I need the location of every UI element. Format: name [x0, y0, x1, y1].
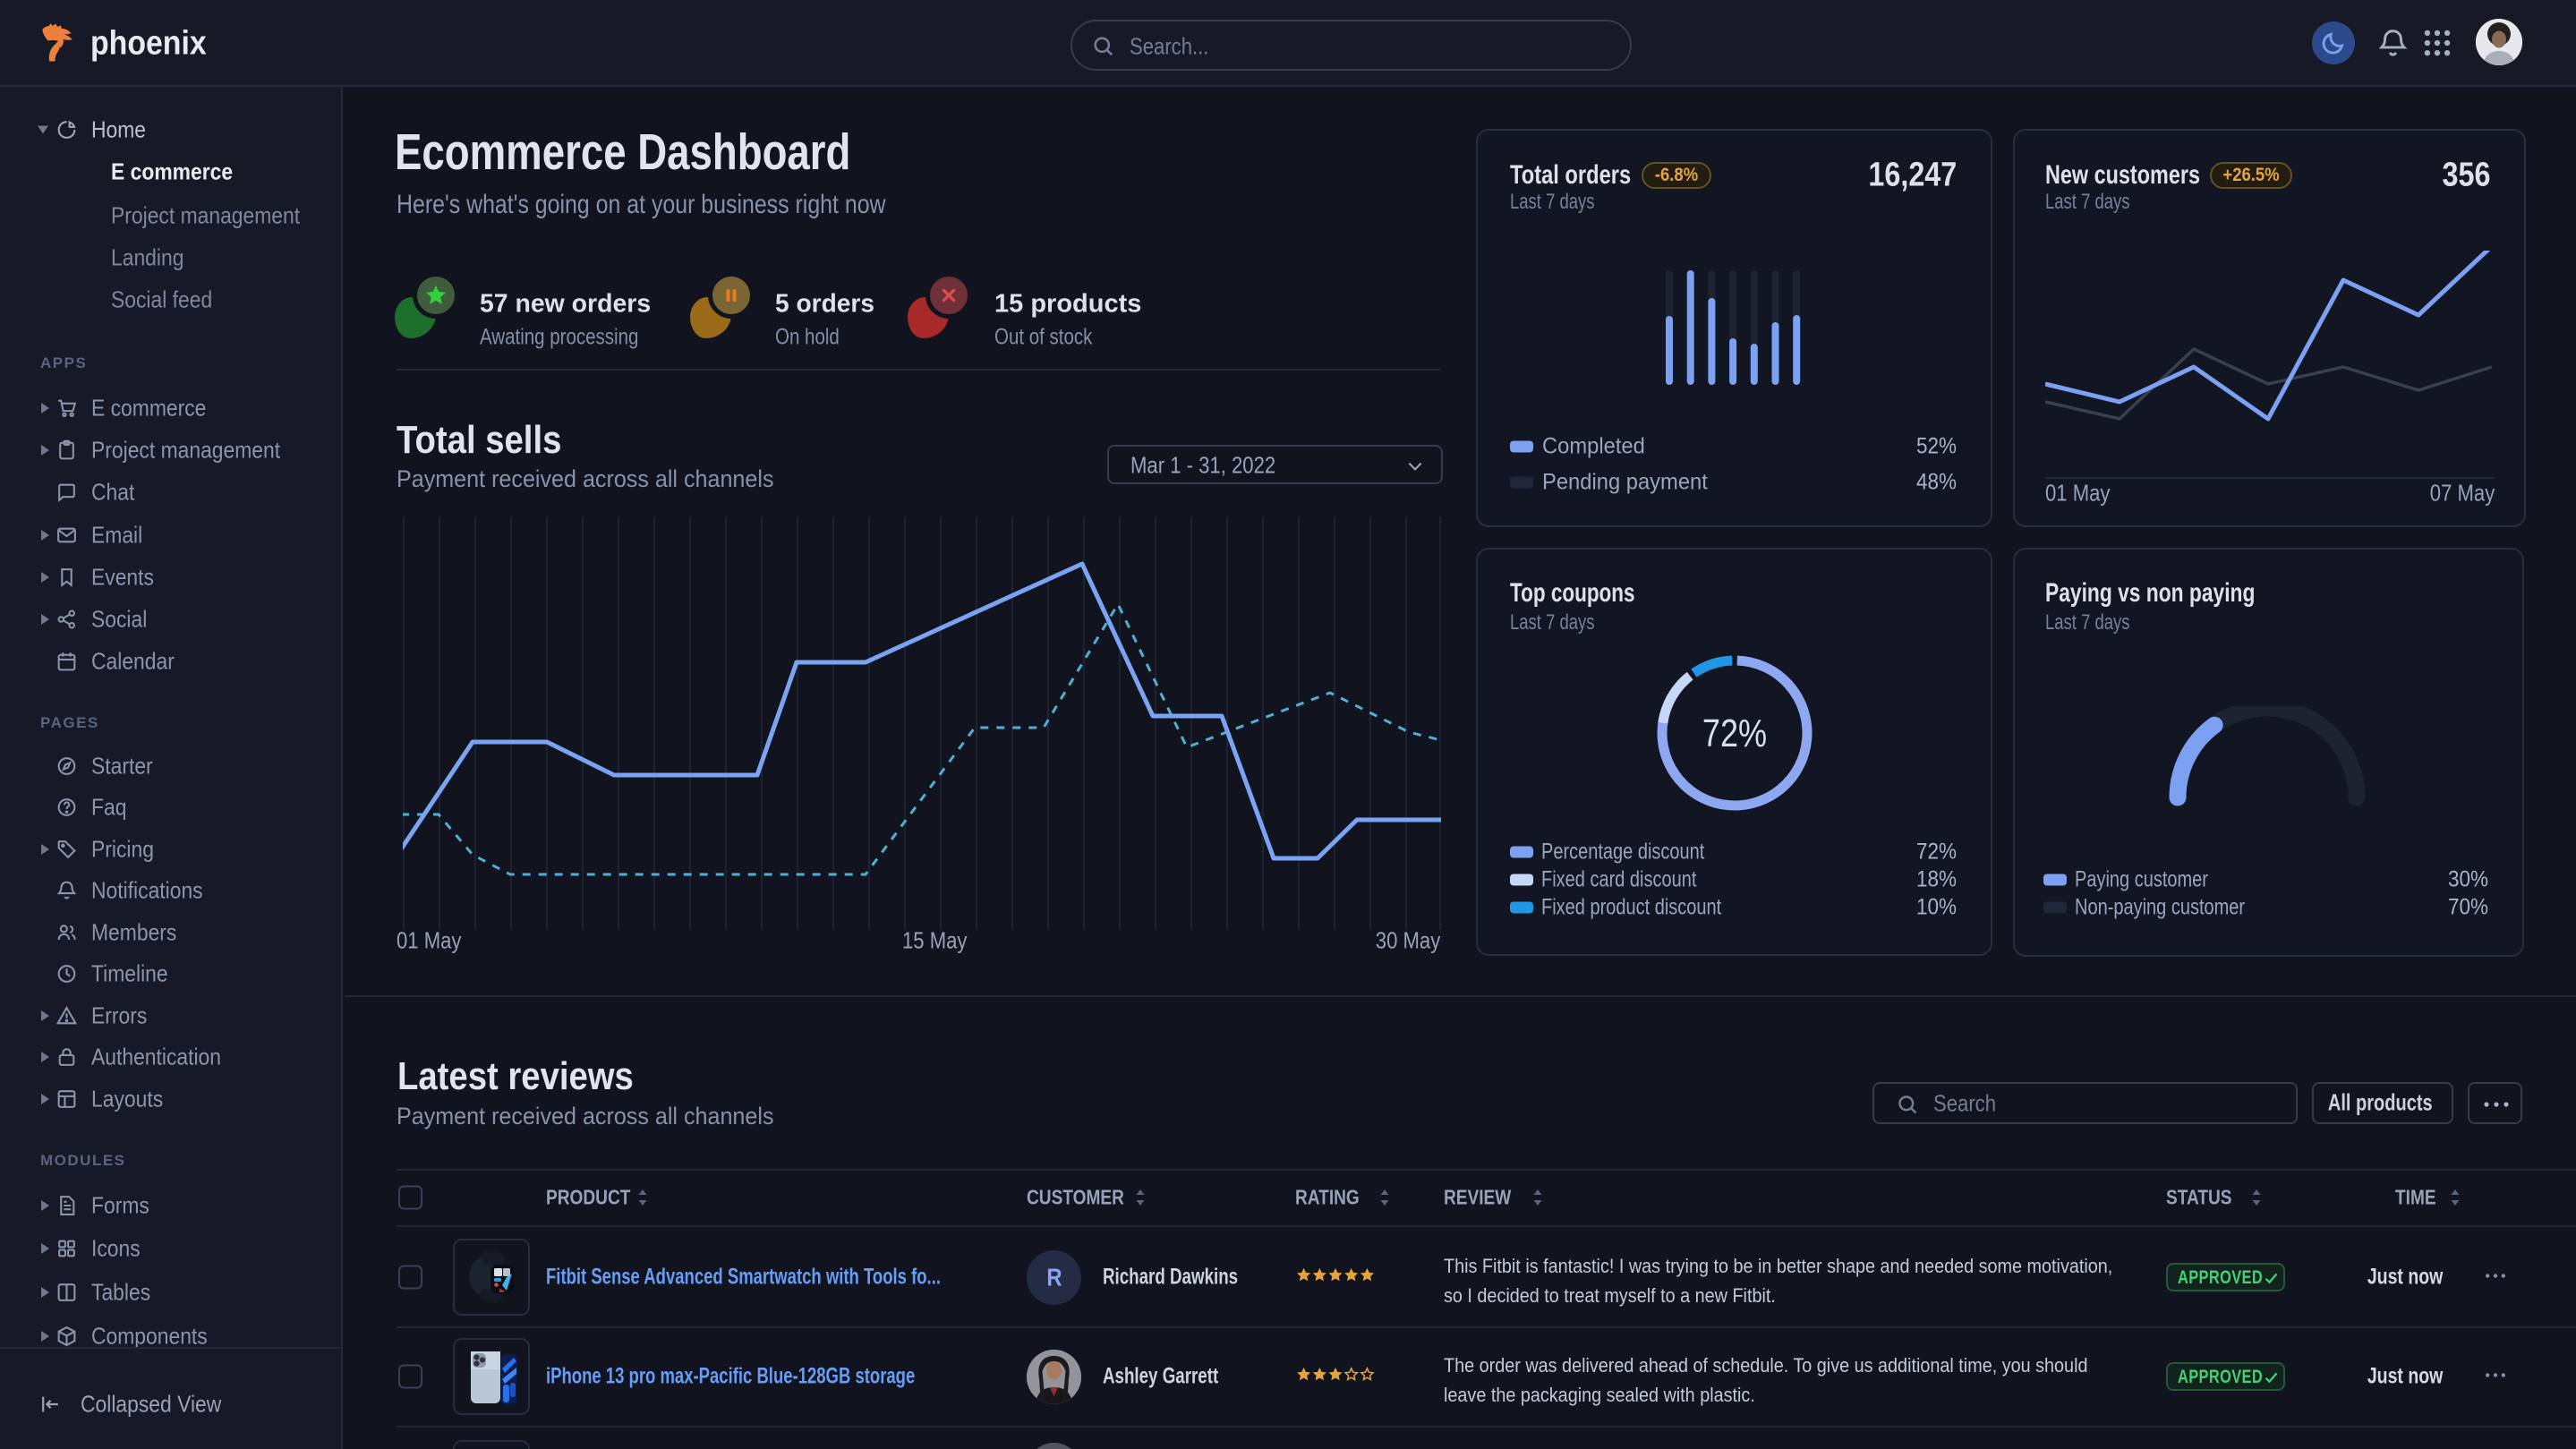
- svg-text:72%: 72%: [1702, 712, 1767, 755]
